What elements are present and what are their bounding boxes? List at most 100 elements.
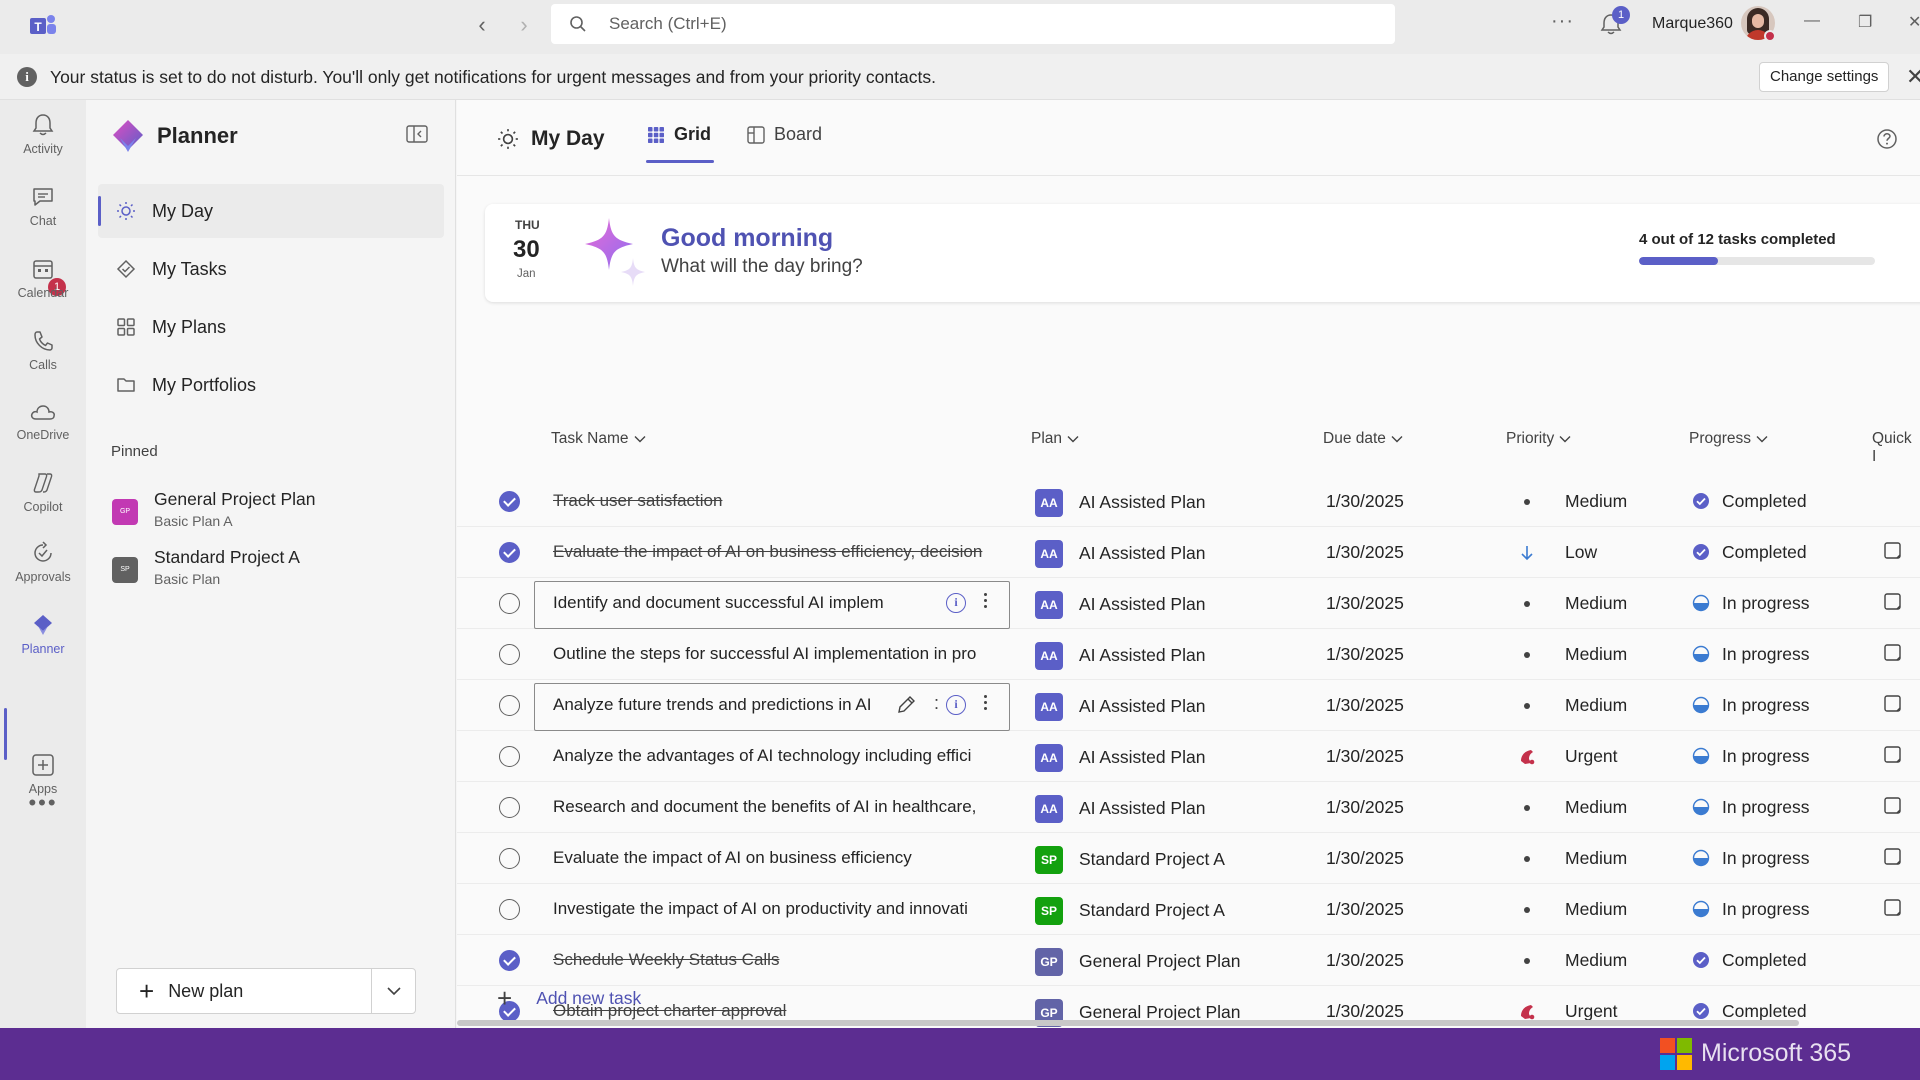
collapse-sidebar-icon[interactable] <box>406 125 428 143</box>
table-row[interactable]: Track user satisfaction AA AI Assisted Pla… <box>457 476 1920 527</box>
tab-board[interactable]: Board <box>747 124 822 145</box>
due-date[interactable]: 1/30/2025 <box>1326 593 1404 614</box>
pinned-plan-standard[interactable]: SP Standard Project A Basic Plan <box>112 547 432 597</box>
horizontal-scrollbar[interactable] <box>457 1020 1799 1026</box>
quick-info-icon[interactable] <box>1883 898 1903 918</box>
task-complete-checkbox[interactable] <box>499 950 520 971</box>
priority-value[interactable]: Medium <box>1565 950 1627 971</box>
quick-info-icon[interactable] <box>1883 694 1903 714</box>
table-row[interactable]: Research and document the benefits of AI… <box>457 782 1920 833</box>
more-options-icon[interactable]: ··· <box>1551 10 1574 33</box>
task-more-options-icon[interactable] <box>984 692 990 713</box>
search-input[interactable]: Search (Ctrl+E) <box>551 4 1395 44</box>
task-complete-checkbox[interactable] <box>499 797 520 818</box>
priority-value[interactable]: Urgent <box>1565 746 1618 767</box>
plan-name[interactable]: AI Assisted Plan <box>1079 747 1205 768</box>
sidebar-item-my-tasks[interactable]: My Tasks <box>98 242 444 296</box>
table-row[interactable]: Analyze future trends and predictions in… <box>457 680 1920 731</box>
column-header-plan[interactable]: Plan <box>1031 430 1079 448</box>
rail-item-copilot[interactable]: Copilot <box>0 470 86 514</box>
due-date[interactable]: 1/30/2025 <box>1326 644 1404 665</box>
plan-name[interactable]: AI Assisted Plan <box>1079 696 1205 717</box>
task-complete-checkbox[interactable] <box>499 848 520 869</box>
task-complete-checkbox[interactable] <box>499 695 520 716</box>
task-complete-checkbox[interactable] <box>499 746 520 767</box>
plan-name[interactable]: Standard Project A <box>1079 849 1225 870</box>
table-row[interactable]: Investigate the impact of AI on producti… <box>457 884 1920 935</box>
table-row[interactable]: Schedule Weekly Status Calls GP General Pr… <box>457 935 1920 986</box>
close-notification-icon[interactable]: ✕ <box>1906 64 1920 90</box>
progress-value[interactable]: In progress <box>1722 848 1810 869</box>
progress-value[interactable]: Completed <box>1722 491 1807 512</box>
help-icon[interactable] <box>1876 128 1898 150</box>
priority-value[interactable]: Urgent <box>1565 1001 1618 1022</box>
due-date[interactable]: 1/30/2025 <box>1326 797 1404 818</box>
progress-value[interactable]: Completed <box>1722 542 1807 563</box>
plan-name[interactable]: Standard Project A <box>1079 900 1225 921</box>
rail-item-activity[interactable]: Activity <box>0 112 86 156</box>
due-date[interactable]: 1/30/2025 <box>1326 491 1404 512</box>
edit-icon[interactable] <box>895 694 917 716</box>
due-date[interactable]: 1/30/2025 <box>1326 899 1404 920</box>
user-name[interactable]: Marque360 <box>1652 15 1733 33</box>
task-complete-checkbox[interactable] <box>499 491 520 512</box>
rail-item-onedrive[interactable]: OneDrive <box>0 400 86 442</box>
sidebar-item-my-plans[interactable]: My Plans <box>98 300 444 354</box>
plan-name[interactable]: AI Assisted Plan <box>1079 798 1205 819</box>
plan-name[interactable]: General Project Plan <box>1079 951 1240 972</box>
column-header-task-name[interactable]: Task Name <box>551 430 646 448</box>
due-date[interactable]: 1/30/2025 <box>1326 746 1404 767</box>
priority-value[interactable]: Medium <box>1565 695 1627 716</box>
plan-name[interactable]: AI Assisted Plan <box>1079 492 1205 513</box>
sidebar-item-my-portfolios[interactable]: My Portfolios <box>98 358 444 412</box>
task-complete-checkbox[interactable] <box>499 899 520 920</box>
tab-grid[interactable]: Grid <box>647 124 711 145</box>
rail-item-apps[interactable]: Apps <box>0 752 86 796</box>
column-header-due-date[interactable]: Due date <box>1323 430 1403 448</box>
due-date[interactable]: 1/30/2025 <box>1326 848 1404 869</box>
task-complete-checkbox[interactable] <box>499 542 520 563</box>
due-date[interactable]: 1/30/2025 <box>1326 1001 1404 1022</box>
teams-logo-icon[interactable]: T <box>28 12 58 40</box>
plan-name[interactable]: AI Assisted Plan <box>1079 543 1205 564</box>
progress-value[interactable]: In progress <box>1722 899 1810 920</box>
priority-value[interactable]: Medium <box>1565 491 1627 512</box>
rail-item-approvals[interactable]: Approvals <box>0 540 86 584</box>
priority-value[interactable]: Medium <box>1565 644 1627 665</box>
table-row[interactable]: Evaluate the impact of AI on business ef… <box>457 833 1920 884</box>
task-info-icon[interactable]: i <box>946 593 966 613</box>
due-date[interactable]: 1/30/2025 <box>1326 950 1404 971</box>
table-row[interactable]: Evaluate the impact of AI on business ef… <box>457 527 1920 578</box>
progress-value[interactable]: In progress <box>1722 593 1810 614</box>
column-header-priority[interactable]: Priority <box>1506 430 1571 448</box>
priority-value[interactable]: Low <box>1565 542 1597 563</box>
rail-item-planner[interactable]: Planner <box>0 612 86 656</box>
forward-arrow-icon[interactable]: › <box>512 12 536 38</box>
quick-info-icon[interactable] <box>1883 796 1903 816</box>
new-plan-button[interactable]: + New plan <box>117 969 371 1013</box>
progress-value[interactable]: In progress <box>1722 746 1810 767</box>
column-header-progress[interactable]: Progress <box>1689 430 1768 448</box>
progress-value[interactable]: In progress <box>1722 695 1810 716</box>
back-arrow-icon[interactable]: ‹ <box>470 12 494 38</box>
table-row[interactable]: Outline the steps for successful AI impl… <box>457 629 1920 680</box>
sidebar-item-my-day[interactable]: My Day <box>98 184 444 238</box>
rail-item-calendar[interactable]: Calendar <box>0 256 86 300</box>
table-row[interactable]: Identify and document successful AI impl… <box>457 578 1920 629</box>
task-complete-checkbox[interactable] <box>499 593 520 614</box>
table-row[interactable]: Analyze the advantages of AI technology … <box>457 731 1920 782</box>
restore-icon[interactable]: ❐ <box>1858 12 1872 32</box>
minimize-icon[interactable]: — <box>1804 12 1820 30</box>
task-complete-checkbox[interactable] <box>499 644 520 665</box>
progress-value[interactable]: In progress <box>1722 644 1810 665</box>
task-more-options-icon[interactable] <box>984 590 990 611</box>
quick-info-icon[interactable] <box>1883 592 1903 612</box>
new-plan-dropdown[interactable] <box>372 969 416 1013</box>
change-settings-button[interactable]: Change settings <box>1759 62 1890 92</box>
rail-item-calls[interactable]: Calls <box>0 328 86 372</box>
quick-info-icon[interactable] <box>1883 745 1903 765</box>
task-info-icon[interactable]: i <box>946 695 966 715</box>
add-new-task-button[interactable]: + Add new task <box>497 983 641 1014</box>
due-date[interactable]: 1/30/2025 <box>1326 542 1404 563</box>
progress-value[interactable]: In progress <box>1722 797 1810 818</box>
